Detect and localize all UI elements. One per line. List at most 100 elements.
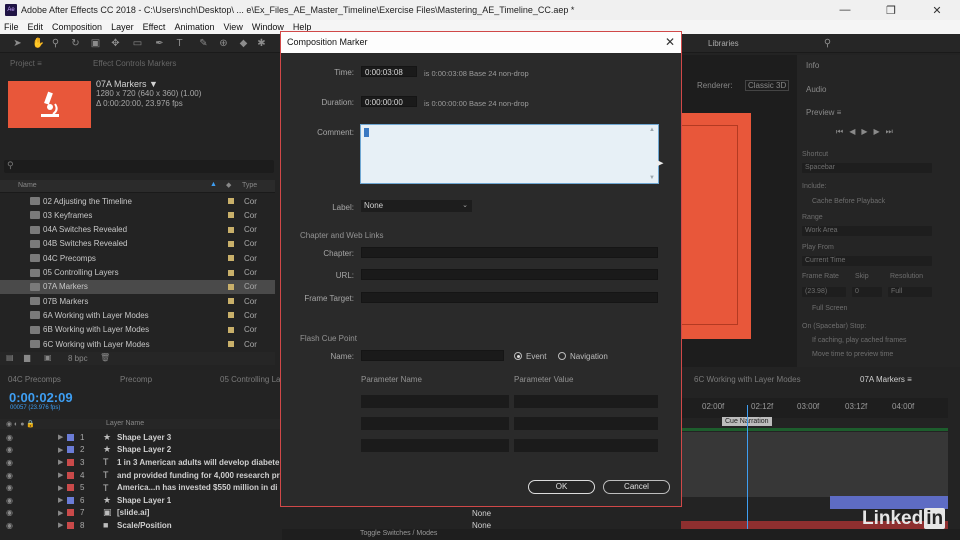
clone-tool-icon[interactable]: ⊕ — [218, 38, 229, 49]
twirl-arrow-icon[interactable]: ▶ — [58, 471, 63, 479]
layer-row[interactable]: ◉ ▶ 8 ■ Scale/Position — [0, 519, 282, 532]
menu-layer[interactable]: Layer — [111, 22, 134, 32]
layer-name[interactable]: Shape Layer 1 — [117, 496, 171, 505]
rotate-tool-icon[interactable]: ↻ — [70, 38, 81, 49]
label-color-chip[interactable] — [228, 240, 234, 247]
col-layer-name[interactable]: Layer Name — [106, 420, 144, 427]
label-color-chip[interactable] — [228, 269, 234, 276]
col-type[interactable]: Type — [242, 182, 257, 189]
effect-controls-tab[interactable]: Effect Controls Markers — [93, 55, 176, 72]
project-search-input[interactable]: ⚲ — [4, 160, 274, 173]
label-color-chip[interactable] — [228, 298, 234, 305]
param-name-cell[interactable] — [361, 395, 509, 408]
label-color-chip[interactable] — [228, 226, 234, 233]
minimize-button[interactable]: — — [822, 0, 868, 20]
scroll-up-icon[interactable]: ▲ — [649, 127, 655, 133]
label-select[interactable]: None ⌄ — [361, 200, 472, 212]
eye-icon[interactable]: ◉ — [6, 445, 13, 454]
layer-bar[interactable] — [681, 445, 948, 458]
param-value-cell[interactable] — [514, 439, 658, 452]
label-color-chip[interactable] — [228, 283, 234, 290]
layer-label-chip[interactable] — [67, 446, 74, 454]
label-color-chip[interactable] — [228, 255, 234, 262]
label-color-chip[interactable] — [228, 326, 234, 333]
preview-tab[interactable]: Preview ≡ — [806, 108, 841, 117]
menu-edit[interactable]: Edit — [28, 22, 44, 32]
eye-icon[interactable]: ◉ — [6, 521, 13, 530]
project-item[interactable]: 07B Markers Cor — [0, 294, 275, 308]
trash-icon[interactable]: 🗑 — [100, 353, 110, 362]
tab-6c-layer-modes[interactable]: 6C Working with Layer Modes — [694, 375, 801, 384]
layer-name[interactable]: [slide.ai] — [117, 508, 149, 517]
selection-tool-icon[interactable]: ➤ — [12, 38, 23, 49]
sort-arrow-icon[interactable]: ▲ — [210, 181, 217, 188]
layer-name[interactable]: Shape Layer 2 — [117, 445, 171, 454]
twirl-arrow-icon[interactable]: ▶ — [58, 509, 63, 517]
label-color-chip[interactable] — [228, 198, 234, 204]
ok-button[interactable]: OK — [528, 480, 595, 494]
label-tag-icon[interactable]: ◆ — [226, 181, 231, 189]
frame-target-field[interactable] — [361, 292, 658, 303]
layer-label-chip[interactable] — [67, 471, 74, 479]
layer-row[interactable]: ◉ ▶ 2 ★ Shape Layer 2 — [0, 444, 282, 457]
menu-effect[interactable]: Effect — [143, 22, 166, 32]
toggle-switches-modes[interactable]: Toggle Switches / Modes — [360, 530, 437, 537]
project-item[interactable]: 6A Working with Layer Modes Cor — [0, 308, 275, 322]
tab-07a-markers[interactable]: 07A Markers ≡ — [860, 375, 912, 384]
layer-row[interactable]: ◉ ▶ 7 ▣ [slide.ai] — [0, 507, 282, 520]
param-name-cell[interactable] — [361, 439, 509, 452]
project-item[interactable]: 6C Working with Layer Modes Cor — [0, 337, 275, 351]
cancel-button[interactable]: Cancel — [603, 480, 670, 494]
zoom-tool-icon[interactable]: ⚲ — [50, 38, 61, 49]
layer-label-chip[interactable] — [67, 484, 74, 492]
project-item[interactable]: 6B Working with Layer Modes Cor — [0, 323, 275, 337]
layer-bar[interactable] — [681, 432, 948, 445]
eye-icon[interactable]: ◉ — [6, 458, 13, 467]
tab-precomp[interactable]: Precomp — [120, 375, 152, 384]
event-radio[interactable] — [514, 352, 522, 360]
play-from-select[interactable]: Current Time — [802, 256, 932, 266]
comp-name[interactable]: 07A Markers ▼ — [96, 79, 201, 89]
renderer-value[interactable]: Classic 3D — [745, 80, 790, 91]
layer-label-chip[interactable] — [67, 433, 74, 441]
skip-select[interactable]: 0 — [852, 287, 882, 297]
project-item[interactable]: 04B Switches Revealed Cor — [0, 237, 275, 251]
frame-rate-select[interactable]: (23.98) — [802, 287, 846, 297]
twirl-arrow-icon[interactable]: ▶ — [58, 433, 63, 441]
cue-name-field[interactable] — [361, 350, 504, 361]
resolution-select[interactable]: Full — [888, 287, 932, 297]
project-item[interactable]: 05 Controlling Layers Cor — [0, 266, 275, 280]
hand-tool-icon[interactable]: ✋ — [32, 38, 44, 49]
layer-row[interactable]: ◉ ▶ 4 Tand provided funding for 4,000 resea… — [0, 469, 282, 482]
param-value-cell[interactable] — [514, 417, 658, 430]
layer-name[interactable]: and provided funding for 4,000 research … — [117, 471, 280, 480]
layer-name[interactable]: Shape Layer 3 — [117, 433, 171, 442]
bpc-indicator[interactable]: 8 bpc — [68, 354, 88, 363]
layer-row[interactable]: ◉ ▶ 3 T 1 in 3 American adults will develop … — [0, 456, 282, 469]
pan-behind-tool-icon[interactable]: ✥ — [110, 38, 121, 49]
dialog-close-icon[interactable]: ✕ — [665, 32, 675, 53]
eye-icon[interactable]: ◉ — [6, 433, 13, 442]
layer-bar[interactable] — [681, 471, 948, 484]
eye-icon[interactable]: ◉ — [6, 496, 13, 505]
eye-icon[interactable]: ◉ — [6, 483, 13, 492]
brush-tool-icon[interactable]: ✎ — [198, 38, 209, 49]
label-color-chip[interactable] — [228, 312, 234, 319]
param-name-cell[interactable] — [361, 417, 509, 430]
eye-icon[interactable]: ◉ — [6, 471, 13, 480]
project-item[interactable]: 07A Markers Cor — [0, 279, 275, 294]
new-folder-icon[interactable]: ▆ — [24, 353, 30, 362]
layer-label-chip[interactable] — [67, 458, 74, 466]
full-screen-checkbox[interactable]: Full Screen — [812, 305, 847, 312]
menu-animation[interactable]: Animation — [174, 22, 214, 32]
duration-field[interactable]: 0:00:00:00 — [361, 96, 417, 107]
twirl-arrow-icon[interactable]: ▶ — [58, 484, 63, 492]
label-color-chip[interactable] — [228, 212, 234, 219]
layer-row[interactable]: ◉ ▶ 6 ★ Shape Layer 1 — [0, 494, 282, 507]
layer-label-chip[interactable] — [67, 496, 74, 504]
twirl-arrow-icon[interactable]: ▶ — [58, 521, 63, 529]
playback-controls[interactable]: ⏮◀▶▶⏭ — [836, 127, 899, 137]
twirl-arrow-icon[interactable]: ▶ — [58, 458, 63, 466]
playhead[interactable] — [747, 405, 748, 530]
navigation-radio[interactable] — [558, 352, 566, 360]
